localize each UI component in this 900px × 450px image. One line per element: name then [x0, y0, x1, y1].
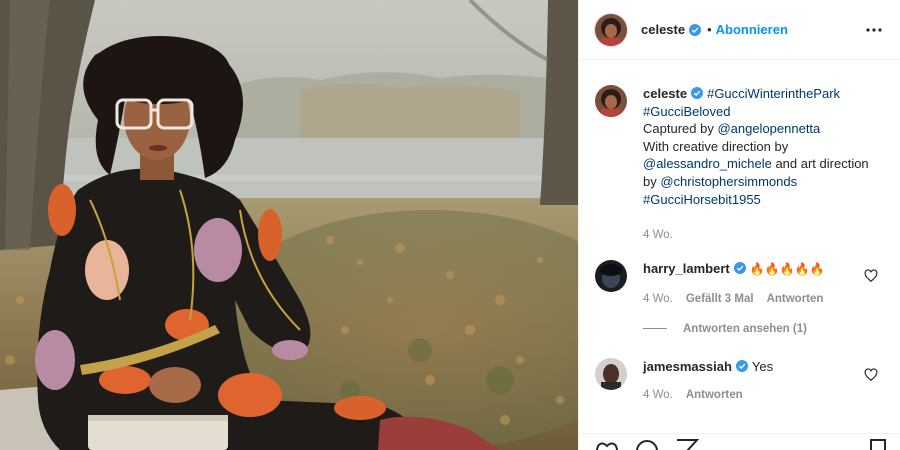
comments-list[interactable]: celeste #GucciWinterinthePark #GucciBelov… — [579, 61, 900, 433]
heart-icon[interactable] — [595, 438, 619, 450]
post-side-panel: celeste • Abonnieren celeste #GucciWinte… — [578, 0, 900, 450]
caption-author-avatar[interactable] — [595, 85, 627, 117]
caption-meta: 4 Wo. — [643, 229, 875, 241]
author-avatar-image — [595, 13, 627, 46]
commenter-avatar[interactable] — [595, 357, 627, 390]
comment-item: harry_lambert 🔥🔥🔥🔥🔥 4 Wo. Gefällt 3 Mal A… — [595, 260, 884, 305]
separator-dot: • — [707, 22, 712, 37]
reply-button[interactable]: Antworten — [686, 389, 743, 401]
comment-item: jamesmassiah Yes 4 Wo. Antworten — [595, 357, 884, 401]
caption-timestamp[interactable]: 4 Wo. — [643, 229, 673, 241]
heart-icon[interactable] — [864, 368, 878, 382]
hashtag-link[interactable]: #GucciWinterinthePark — [707, 86, 840, 101]
comment-meta: 4 Wo. Gefällt 3 Mal Antworten — [643, 293, 875, 305]
more-options-icon[interactable] — [862, 18, 886, 42]
comment-body: 🔥🔥🔥🔥🔥 — [749, 262, 825, 277]
post-header: celeste • Abonnieren — [579, 0, 900, 60]
comment-timestamp[interactable]: 4 Wo. — [643, 389, 673, 401]
reply-button[interactable]: Antworten — [767, 293, 824, 305]
commenter-username[interactable]: harry_lambert — [643, 261, 730, 276]
caption-text: celeste #GucciWinterinthePark #GucciBelov… — [643, 85, 875, 208]
bookmark-icon[interactable] — [868, 438, 888, 450]
view-replies-button[interactable]: Antworten ansehen (1) — [643, 323, 884, 335]
comment-likes-count[interactable]: Gefällt 3 Mal — [686, 293, 754, 305]
mention-link[interactable]: @alessandro_michele — [643, 156, 772, 171]
commenter-username[interactable]: jamesmassiah — [643, 359, 732, 374]
caption-block: celeste #GucciWinterinthePark #GucciBelov… — [595, 85, 884, 241]
hashtag-link[interactable]: #GucciBeloved — [643, 104, 730, 119]
post-photo-illustration — [0, 0, 578, 450]
commenter-avatar[interactable] — [595, 260, 627, 293]
author-avatar[interactable] — [595, 13, 627, 46]
comment-body: Yes — [751, 358, 774, 374]
comment-text: jamesmassiah Yes — [643, 358, 875, 376]
follow-button[interactable]: Abonnieren — [716, 22, 788, 37]
hashtag-link[interactable]: #GucciHorsebit1955 — [643, 192, 761, 207]
verified-badge-icon — [735, 359, 748, 372]
comment-meta: 4 Wo. Antworten — [643, 389, 875, 401]
post-photo[interactable] — [0, 0, 578, 450]
verified-badge-icon — [691, 87, 704, 99]
comment-icon[interactable] — [635, 438, 659, 450]
caption-line: Captured by — [643, 121, 718, 137]
verified-badge-icon — [733, 262, 746, 275]
comment-timestamp[interactable]: 4 Wo. — [643, 293, 673, 305]
comment-text: harry_lambert 🔥🔥🔥🔥🔥 — [643, 260, 875, 279]
mention-link[interactable]: @angelopennetta — [717, 121, 820, 136]
post-action-bar — [579, 433, 900, 450]
verified-badge-icon — [689, 23, 702, 36]
replies-divider-line — [643, 328, 667, 330]
instagram-post-view: celeste • Abonnieren celeste #GucciWinte… — [0, 0, 900, 450]
mention-link[interactable]: @christophersimmonds — [660, 174, 797, 189]
share-icon[interactable] — [675, 438, 699, 450]
author-username[interactable]: celeste — [641, 22, 685, 37]
heart-icon[interactable] — [864, 269, 878, 283]
caption-username[interactable]: celeste — [643, 86, 687, 101]
view-replies-label: Antworten ansehen (1) — [683, 322, 807, 335]
caption-line: With creative direction by — [643, 138, 789, 154]
